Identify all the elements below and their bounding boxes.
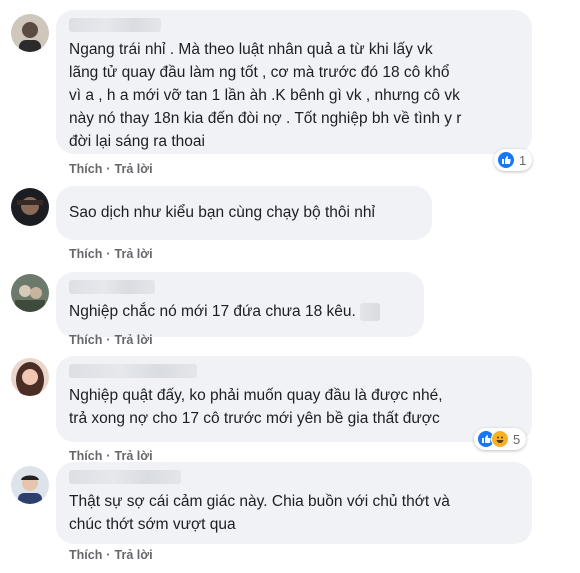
avatar[interactable] [11,14,49,52]
comment-text: Nghiệp quật đấy, ko phải muốn quay đầu l… [69,387,443,427]
separator: · [106,548,111,562]
author-name-blurred[interactable] [69,280,155,294]
comment-actions: Thích · Trả lời [69,548,153,562]
like-button[interactable]: Thích [69,247,102,261]
like-button[interactable]: Thích [69,162,102,176]
comment-text: Sao dịch như kiểu bạn cùng chạy bộ thôi … [69,204,375,221]
avatar[interactable] [11,274,49,312]
comment-bubble: Sao dịch như kiểu bạn cùng chạy bộ thôi … [56,186,432,240]
reply-button[interactable]: Trả lời [115,162,153,176]
author-name-blurred[interactable] [69,470,181,484]
like-icon [497,151,515,169]
comment-bubble: Nghiệp quật đấy, ko phải muốn quay đầu l… [56,356,532,442]
reply-button[interactable]: Trả lời [115,548,153,562]
reaction-summary[interactable]: 1 [494,149,533,171]
comment-bubble: Thật sự sợ cái cảm giác này. Chia buồn v… [56,462,532,544]
comment-text: Ngang trái nhỉ . Mà theo luật nhân quả a… [69,41,462,150]
reaction-count: 1 [519,152,527,168]
like-button[interactable]: Thích [69,333,102,347]
like-button[interactable]: Thích [69,449,102,463]
avatar[interactable] [11,466,49,504]
reaction-summary[interactable]: 5 [474,428,527,450]
avatar[interactable] [11,188,49,226]
comment-bubble: Ngang trái nhỉ . Mà theo luật nhân quả a… [56,10,532,154]
comment-actions: Thích · Trả lời [69,449,153,463]
comment-text: Nghiệp chắc nó mới 17 đứa chưa 18 kêu. [69,300,412,323]
haha-icon [491,430,509,448]
separator: · [106,449,111,463]
like-button[interactable]: Thích [69,548,102,562]
author-name-blurred[interactable] [69,364,197,378]
separator: · [106,247,111,261]
comment-text: Thật sự sợ cái cảm giác này. Chia buồn v… [69,493,450,533]
blurred-emoji [359,302,380,321]
reply-button[interactable]: Trả lời [115,247,153,261]
separator: · [106,333,111,347]
comment-actions: Thích · Trả lời [69,247,153,261]
comment-actions: Thích · Trả lời [69,162,153,176]
reaction-count: 5 [513,431,521,447]
avatar[interactable] [11,358,49,396]
reply-button[interactable]: Trả lời [115,449,153,463]
reply-button[interactable]: Trả lời [115,333,153,347]
author-name-blurred[interactable] [69,18,161,32]
separator: · [106,162,111,176]
comment-bubble: Nghiệp chắc nó mới 17 đứa chưa 18 kêu. [56,272,424,337]
comment-actions: Thích · Trả lời [69,333,153,347]
